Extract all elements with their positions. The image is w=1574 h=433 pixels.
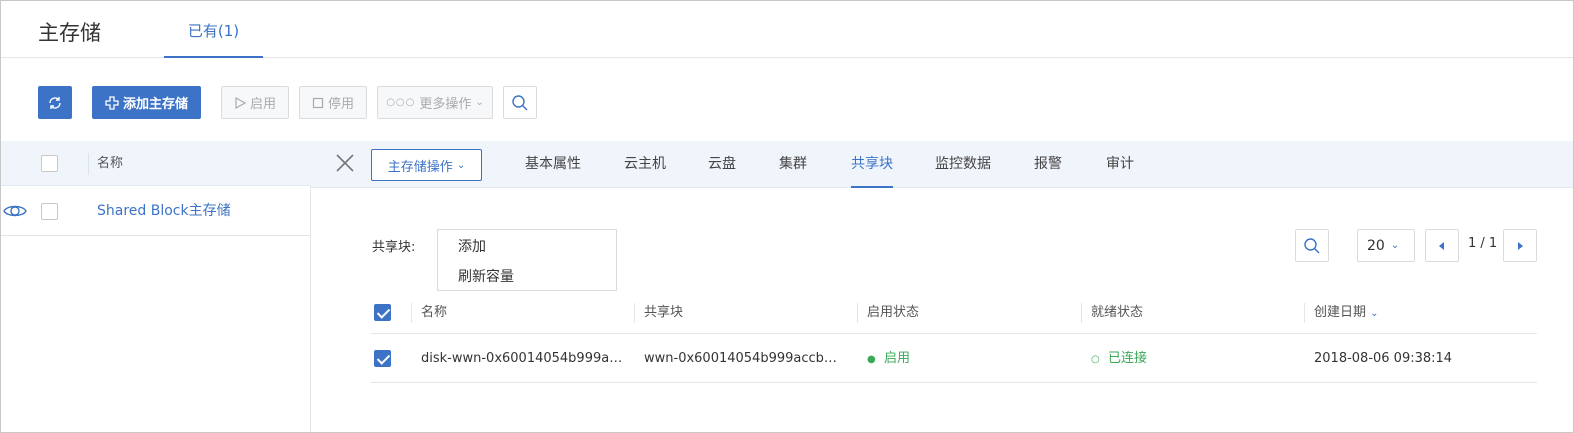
- column-ready-status[interactable]: 就绪状态: [1091, 293, 1143, 334]
- menu-item-refresh-capacity[interactable]: 刷新容量: [458, 266, 514, 286]
- column-shared-block[interactable]: 共享块: [644, 293, 683, 334]
- tab-existing[interactable]: 已有(1): [164, 1, 263, 58]
- tab-vm-instances[interactable]: 云主机: [624, 141, 666, 188]
- add-button-label: 添加主存储: [122, 97, 188, 112]
- shared-block-menu: 添加 刷新容量: [437, 229, 617, 291]
- next-page-button[interactable]: [1503, 229, 1537, 262]
- page-title: 主存储: [38, 21, 101, 45]
- chevron-left-icon: [1439, 241, 1444, 250]
- add-primary-storage-button[interactable]: 添加主存储: [92, 86, 201, 119]
- created-date-label: 创建日期: [1314, 305, 1367, 320]
- column-enable-status[interactable]: 启用状态: [867, 293, 919, 334]
- search-button[interactable]: [503, 86, 537, 119]
- disable-button-label: 停用: [327, 97, 354, 112]
- cell-enable-status: ● 启用: [867, 335, 910, 383]
- status-dot-icon: ●: [867, 354, 876, 365]
- ready-status-text: 已连接: [1108, 351, 1148, 366]
- storage-actions-label: 主存储操作: [387, 159, 453, 175]
- table-search-button[interactable]: [1295, 229, 1329, 262]
- select-all-checkbox[interactable]: [41, 155, 58, 172]
- column-divider: [411, 303, 412, 323]
- page-indicator: 1 / 1: [1468, 236, 1498, 251]
- disable-button[interactable]: 停用: [299, 86, 367, 119]
- eye-icon[interactable]: [3, 201, 27, 221]
- storage-list-panel: 名称 Shared Block主存储: [1, 141, 311, 432]
- cell-ready-status: ○ 已连接: [1091, 335, 1147, 383]
- tab-alarms[interactable]: 报警: [1034, 141, 1062, 188]
- column-divider: [1304, 303, 1305, 323]
- table-row[interactable]: disk-wwn-0x60014054b999accba46b4006bc5ff…: [371, 335, 1537, 383]
- stop-icon: [312, 97, 324, 108]
- column-name[interactable]: 名称: [421, 293, 447, 334]
- refresh-icon: [49, 96, 61, 109]
- tab-shared-block[interactable]: 共享块: [851, 141, 893, 188]
- prev-page-button[interactable]: [1425, 229, 1459, 262]
- column-divider: [1081, 303, 1082, 323]
- shared-block-label: 共享块:: [372, 240, 416, 255]
- tab-clusters[interactable]: 集群: [779, 141, 807, 188]
- menu-item-add[interactable]: 添加: [458, 236, 486, 256]
- page-size-value: 20: [1367, 237, 1385, 254]
- list-item[interactable]: Shared Block主存储: [1, 187, 311, 236]
- cell-name[interactable]: disk-wwn-0x60014054b999accba46b4006bc5ff: [421, 335, 627, 383]
- tab-volumes[interactable]: 云盘: [708, 141, 736, 188]
- detail-tabs-bar: 主存储操作 ⌄ 基本属性 云主机 云盘 集群 共享块 监控数据 报警 审计: [311, 141, 1573, 188]
- app-frame: 主存储 已有(1) 添加主存储 启用 停用 ○○○ 更多操作 ⌄ 名称 Shar…: [0, 0, 1574, 433]
- column-created-date[interactable]: 创建日期 ⌄: [1314, 293, 1379, 334]
- tab-monitoring-data[interactable]: 监控数据: [935, 141, 991, 188]
- list-header: 名称: [1, 141, 311, 186]
- play-icon: [235, 96, 246, 109]
- enable-status-text: 启用: [884, 351, 911, 366]
- row-checkbox[interactable]: [41, 203, 58, 220]
- chevron-down-icon: ⌄: [456, 159, 466, 171]
- top-header: 主存储 已有(1): [1, 1, 1573, 58]
- status-ring-icon: ○: [1091, 354, 1100, 365]
- cell-created-date: 2018-08-06 09:38:14: [1314, 351, 1453, 366]
- table-header: 名称 共享块 启用状态 就绪状态 创建日期 ⌄: [371, 293, 1537, 334]
- select-all-rows-checkbox[interactable]: [374, 304, 391, 321]
- chevron-down-icon: ⌄: [1390, 240, 1400, 251]
- refresh-button[interactable]: [38, 86, 72, 119]
- tab-basic-properties[interactable]: 基本属性: [525, 141, 581, 188]
- close-icon[interactable]: [333, 151, 357, 175]
- search-icon: [1304, 237, 1320, 253]
- search-icon: [512, 94, 528, 110]
- more-actions-button[interactable]: ○○○ 更多操作 ⌄: [377, 86, 493, 119]
- tab-audit[interactable]: 审计: [1106, 141, 1134, 188]
- column-divider: [857, 303, 858, 323]
- ellipsis-icon: ○○○: [386, 97, 416, 108]
- column-divider: [88, 153, 89, 175]
- column-divider: [634, 303, 635, 323]
- storage-name-link[interactable]: Shared Block主存储: [97, 187, 231, 235]
- chevron-down-icon: ⌄: [475, 97, 484, 108]
- list-column-name: 名称: [97, 156, 124, 171]
- storage-actions-button[interactable]: 主存储操作 ⌄: [371, 149, 482, 181]
- enable-button[interactable]: 启用: [221, 86, 289, 119]
- cell-shared-block[interactable]: wwn-0x60014054b999accba46b4006bc5ff: [644, 335, 844, 383]
- sort-down-icon: ⌄: [1370, 308, 1379, 319]
- plus-icon: [105, 95, 119, 110]
- chevron-right-icon: [1518, 241, 1523, 250]
- more-button-label: 更多操作: [419, 97, 472, 112]
- page-size-select[interactable]: 20 ⌄: [1357, 229, 1415, 262]
- enable-button-label: 启用: [249, 97, 276, 112]
- row-checkbox[interactable]: [374, 350, 391, 367]
